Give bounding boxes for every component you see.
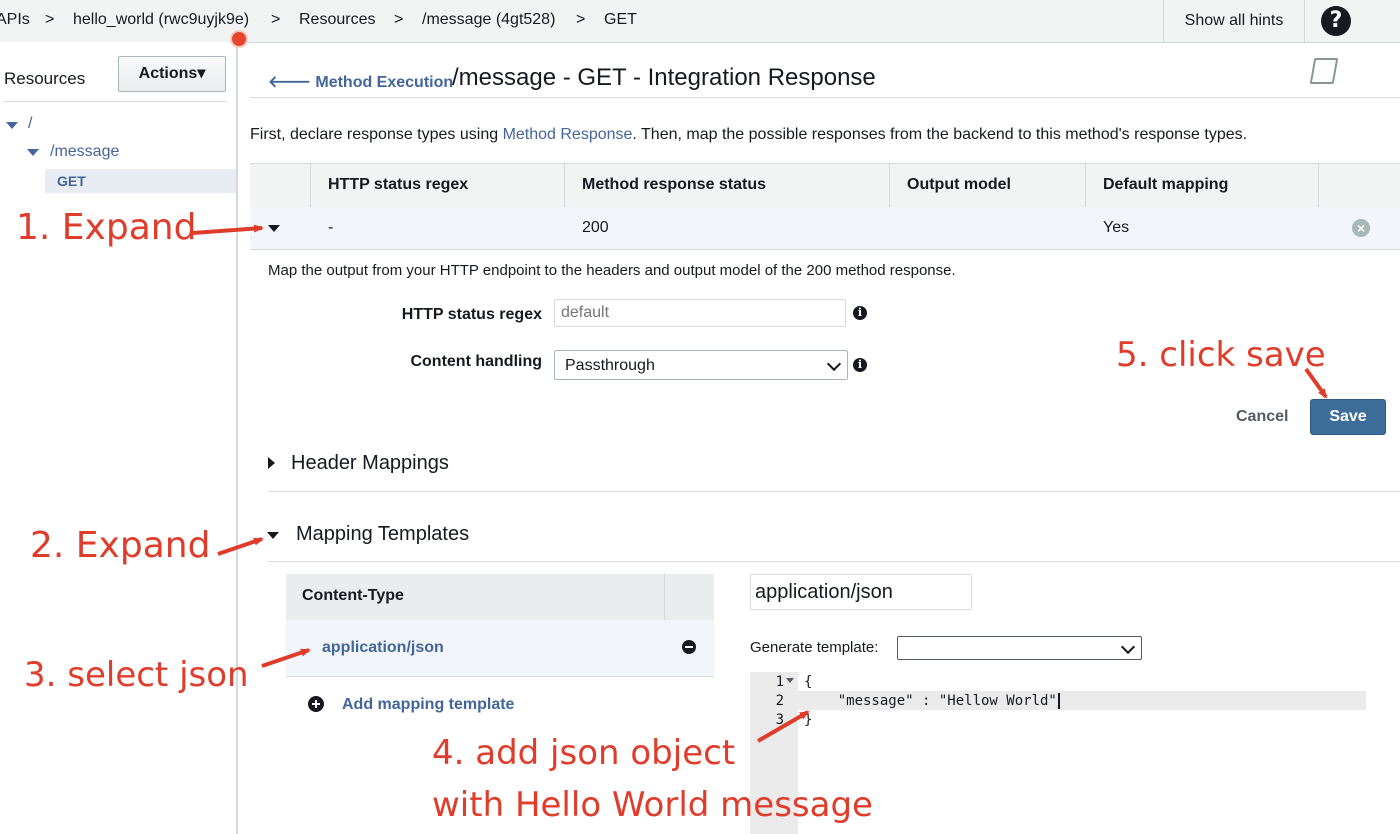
arrow-step2 — [217, 537, 264, 556]
annotation-arrows — [192, 224, 1328, 743]
arrow-step1 — [192, 224, 264, 235]
arrow-step4 — [756, 710, 810, 743]
arrow-step5 — [1304, 367, 1328, 399]
arrow-step3 — [261, 648, 311, 668]
